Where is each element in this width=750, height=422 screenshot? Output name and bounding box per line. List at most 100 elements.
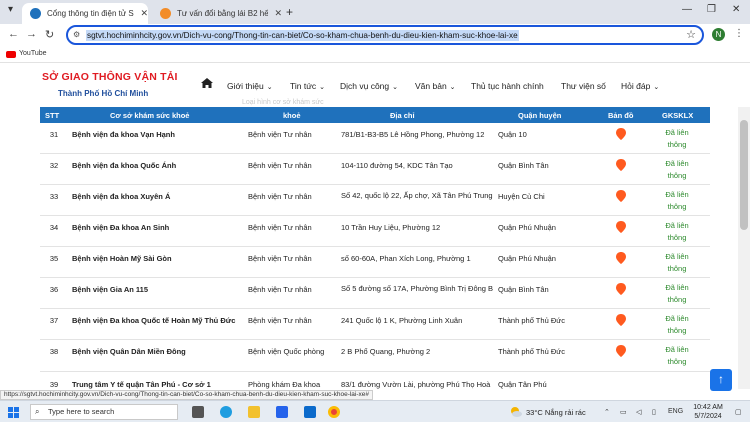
map-pin-icon[interactable] xyxy=(615,221,627,233)
status-bar-url: https://sgtvt.hochiminhcity.gov.vn/Dich-… xyxy=(0,390,373,400)
nav-gioi-thieu[interactable]: Giới thiệu ⌄ xyxy=(227,81,273,91)
back-to-top-button[interactable]: ↑ xyxy=(710,369,732,391)
chrome-icon[interactable] xyxy=(328,406,340,418)
table-header: STT Cơ sở khám sức khoẻ khoẻ Địa chỉ Quậ… xyxy=(40,107,710,123)
address-bar[interactable]: ⚙ sgtvt.hochiminhcity.gov.vn/Dich-vu-con… xyxy=(66,25,704,45)
row-address: số 60-60A, Phan Xích Long, Phường 1 xyxy=(341,254,471,263)
close-window-button[interactable]: ✕ xyxy=(732,4,740,15)
minimize-button[interactable]: — xyxy=(682,4,692,15)
map-pin-icon[interactable] xyxy=(615,314,627,326)
row-name: Trung tâm Y tế quận Tân Phú - Cơ sở 1 xyxy=(72,380,211,389)
windows-start-icon[interactable] xyxy=(8,407,19,418)
nav-dich-vu-cong[interactable]: Dịch vụ công ⌄ xyxy=(340,81,398,91)
url-text[interactable]: sgtvt.hochiminhcity.gov.vn/Dich-vu-cong/… xyxy=(86,30,519,41)
map-pin-icon[interactable] xyxy=(615,283,627,295)
youtube-icon[interactable] xyxy=(6,51,16,58)
tab-title: Tư vấn đổi bằng lái B2 hết hạn xyxy=(177,9,269,18)
row-stt: 39 xyxy=(49,380,59,389)
scrollbar-thumb[interactable] xyxy=(740,120,748,230)
nav-van-ban[interactable]: Văn bản ⌄ xyxy=(415,81,456,91)
table-row: 36 Bệnh viện Gia An 115 Bệnh viện Tư nhâ… xyxy=(40,278,710,309)
reload-icon[interactable]: ↻ xyxy=(45,28,54,41)
nav-thu-tuc-hanh-chinh[interactable]: Thủ tục hành chính xyxy=(471,81,544,91)
network-icon[interactable]: ▭ xyxy=(620,408,627,416)
row-stt: 38 xyxy=(49,347,59,356)
header-type: khoẻ xyxy=(283,111,301,120)
chevron-down-icon: ⌄ xyxy=(319,84,326,91)
nav-tin-tuc[interactable]: Tin tức ⌄ xyxy=(290,81,325,91)
header-map: Bản đồ xyxy=(608,111,634,120)
header-address: Địa chỉ xyxy=(390,111,415,120)
map-pin-icon[interactable] xyxy=(615,159,627,171)
close-tab-icon[interactable]: ✕ xyxy=(140,8,148,19)
row-type: Bệnh viện Tư nhân xyxy=(248,130,312,139)
forward-icon[interactable]: → xyxy=(26,28,37,40)
search-icon: ⌕ xyxy=(35,407,40,416)
site-logo-title[interactable]: SỞ GIAO THÔNG VẬN TẢI xyxy=(42,71,178,83)
row-name: Bệnh viện Đa khoa An Sinh xyxy=(72,223,170,232)
row-name: Bệnh viện Gia An 115 xyxy=(72,285,148,294)
row-status: Đã liên thông xyxy=(665,252,689,273)
search-placeholder[interactable]: Type here to search xyxy=(48,407,114,416)
taskbar-clock[interactable]: 10:42 AM 5/7/2024 xyxy=(690,403,726,421)
map-pin-icon[interactable] xyxy=(615,345,627,357)
map-pin-icon[interactable] xyxy=(615,190,627,202)
bookmark-youtube[interactable]: YouTube xyxy=(19,50,47,57)
back-icon[interactable]: ← xyxy=(8,28,19,40)
tab-active[interactable]: Cổng thông tin điện tử Sở Giao ✕ xyxy=(22,3,148,24)
row-status: Đã liên thông xyxy=(665,159,689,180)
battery-icon[interactable]: ▯ xyxy=(652,408,656,416)
bookmark-star-icon[interactable]: ☆ xyxy=(686,28,696,41)
windows-taskbar: ⌕ Type here to search 33°C Nắng rải rác … xyxy=(0,400,750,422)
clock-time: 10:42 AM xyxy=(693,404,723,411)
weather-text[interactable]: 33°C Nắng rải rác xyxy=(526,408,586,417)
row-district: Quận Bình Tân xyxy=(498,285,549,294)
tray-up-icon[interactable]: ⌃ xyxy=(604,408,610,416)
language-indicator[interactable]: ENG xyxy=(668,408,683,415)
store-icon[interactable] xyxy=(276,406,288,418)
maximize-button[interactable]: ❐ xyxy=(707,4,716,15)
browser-tab-bar: Cổng thông tin điện tử Sở Giao ✕ Tư vấn … xyxy=(0,0,750,24)
header-status: GKSKLX xyxy=(662,111,694,120)
profile-avatar[interactable]: N xyxy=(712,28,725,41)
tab-inactive[interactable]: Tư vấn đổi bằng lái B2 hết hạn ✕ xyxy=(152,3,282,24)
row-status: Đã liên thông xyxy=(665,221,689,242)
map-pin-icon[interactable] xyxy=(615,252,627,264)
site-favicon-icon xyxy=(160,8,171,19)
chevron-down-icon: ⌄ xyxy=(449,84,456,91)
header-stt: STT xyxy=(45,111,60,120)
table-row: 38 Bệnh viện Quân Dân Miền Đông Bệnh việ… xyxy=(40,340,710,372)
row-district: Thành phố Thủ Đức xyxy=(498,316,566,325)
site-info-icon[interactable]: ⚙ xyxy=(73,30,80,39)
table-row: 32 Bệnh viện đa khoa Quốc Ánh Bệnh viện … xyxy=(40,154,710,185)
volume-icon[interactable]: ◁ xyxy=(636,408,641,416)
row-address: 10 Trần Huy Liệu, Phường 12 xyxy=(341,223,441,232)
home-icon[interactable] xyxy=(201,78,213,88)
row-district: Quận Bình Tân xyxy=(498,161,549,170)
browser-menu-icon[interactable]: ⋮ xyxy=(734,28,744,39)
edge-icon[interactable] xyxy=(220,406,232,418)
file-explorer-icon[interactable] xyxy=(248,406,260,418)
table-row: 34 Bệnh viện Đa khoa An Sinh Bệnh viện T… xyxy=(40,216,710,247)
row-address: 781/B1-B3-B5 Lê Hồng Phong, Phường 12 xyxy=(341,130,485,139)
tab-menu-icon[interactable]: ▾ xyxy=(8,4,13,15)
table-row: 37 Bệnh viện Đa khoa Quốc tế Hoàn Mỹ Thủ… xyxy=(40,309,710,340)
weather-icon[interactable] xyxy=(510,406,522,418)
row-status: Đã liên thông xyxy=(665,345,689,366)
row-name: Bệnh viện Quân Dân Miền Đông xyxy=(72,347,186,356)
site-favicon-icon xyxy=(30,8,41,19)
row-district: Thành phố Thủ Đức xyxy=(498,347,566,356)
task-view-icon[interactable] xyxy=(192,406,204,418)
notification-icon[interactable]: ▢ xyxy=(735,408,742,416)
row-status: Đã liên thông xyxy=(665,314,689,335)
mail-icon[interactable] xyxy=(304,406,316,418)
row-type: Bệnh viện Quốc phòng xyxy=(248,347,325,356)
header-overflow-text: Loại hình cơ sở khám sức xyxy=(242,99,324,106)
nav-hoi-dap[interactable]: Hỏi đáp ⌄ xyxy=(621,81,659,91)
row-type: Bệnh viện Tư nhân xyxy=(248,316,312,325)
nav-thu-vien-so[interactable]: Thư viện số xyxy=(561,81,606,91)
site-logo-subtitle[interactable]: Thành Phố Hồ Chí Minh xyxy=(58,89,148,98)
new-tab-button[interactable]: + xyxy=(286,5,293,19)
map-pin-icon[interactable] xyxy=(615,128,627,140)
close-tab-icon[interactable]: ✕ xyxy=(274,8,282,19)
